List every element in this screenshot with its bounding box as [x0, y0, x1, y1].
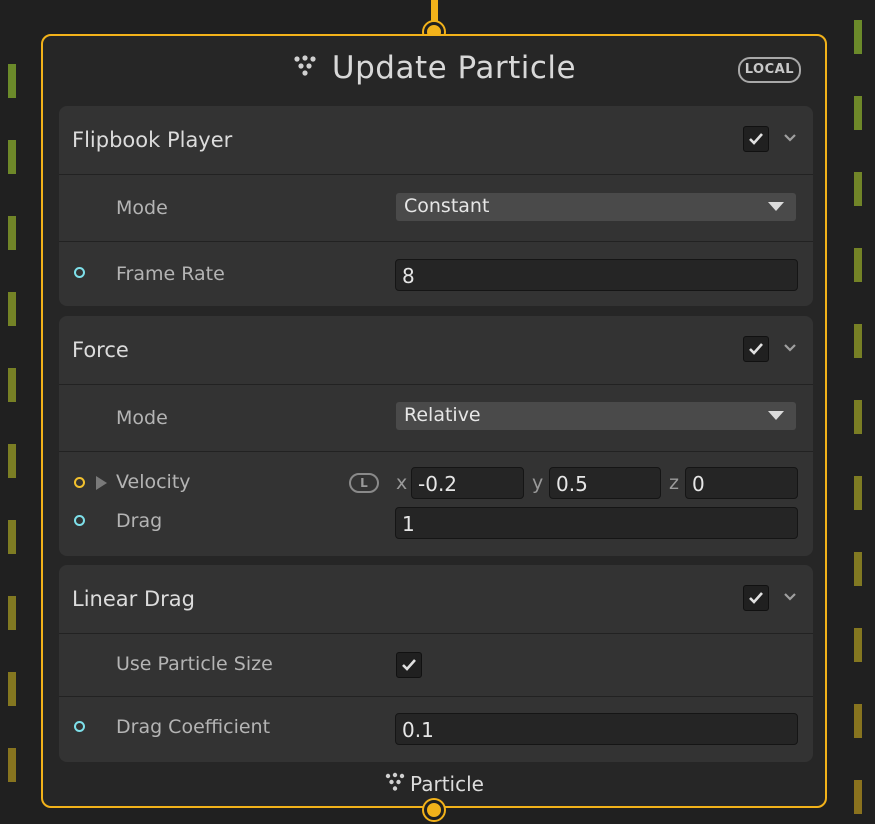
- velocity-x-field[interactable]: -0.2: [411, 467, 524, 499]
- frame-rate-row: Frame Rate 8: [59, 242, 813, 306]
- frame-rate-label: Frame Rate: [116, 263, 225, 285]
- chevron-down-icon[interactable]: [783, 343, 797, 353]
- flipbook-player-block[interactable]: Flipbook Player Mode Constant Frame Rate…: [59, 106, 813, 306]
- wire-dash: [8, 64, 16, 98]
- use-particle-size-label: Use Particle Size: [116, 653, 273, 675]
- block-title: Linear Drag: [72, 587, 195, 611]
- wire-dash: [854, 780, 862, 814]
- mode-value: Constant: [404, 195, 490, 217]
- force-block[interactable]: Force Mode Relative Velocity L x -0.2 y …: [59, 316, 813, 556]
- drag-coefficient-label: Drag Coefficient: [116, 716, 271, 738]
- checkmark-icon: [749, 343, 763, 355]
- drag-coefficient-row: Drag Coefficient 0.1: [59, 697, 813, 761]
- wire-dash: [854, 628, 862, 662]
- block-header[interactable]: Flipbook Player: [59, 106, 813, 175]
- drag-input-slot[interactable]: [74, 515, 85, 526]
- linear-drag-block[interactable]: Linear Drag Use Particle Size Drag Coeff…: [59, 565, 813, 762]
- block-title: Force: [72, 338, 129, 362]
- block-header[interactable]: Linear Drag: [59, 565, 813, 634]
- particle-icon: [384, 771, 406, 798]
- frame-rate-field[interactable]: 8: [395, 259, 798, 291]
- wire-dash: [8, 216, 16, 250]
- block-title: Flipbook Player: [72, 128, 233, 152]
- mode-row: Mode Constant: [59, 175, 813, 242]
- dropdown-arrow-icon: [768, 411, 784, 420]
- output-flow-port[interactable]: [424, 800, 444, 820]
- block-enabled-checkbox[interactable]: [743, 126, 769, 152]
- z-axis-label: z: [669, 472, 679, 494]
- wire-dash: [854, 96, 862, 130]
- wire-dash: [8, 444, 16, 478]
- block-enabled-checkbox[interactable]: [743, 336, 769, 362]
- context-title-text: Update Particle: [331, 50, 577, 86]
- wire-dash: [8, 520, 16, 554]
- use-particle-size-checkbox[interactable]: [396, 652, 422, 678]
- drag-coefficient-field[interactable]: 0.1: [395, 713, 798, 745]
- checkmark-icon: [749, 133, 763, 145]
- wire-dash: [854, 400, 862, 434]
- use-particle-size-row: Use Particle Size: [59, 634, 813, 697]
- drag-label: Drag: [116, 510, 163, 532]
- mode-label: Mode: [116, 407, 168, 429]
- checkmark-icon: [749, 592, 763, 604]
- wire-dash: [8, 672, 16, 706]
- wire-dash: [854, 324, 862, 358]
- space-local-badge[interactable]: LOCAL: [737, 57, 801, 83]
- drag-coefficient-input-slot[interactable]: [74, 721, 85, 732]
- particle-system-icon: [292, 50, 318, 86]
- block-enabled-checkbox[interactable]: [743, 585, 769, 611]
- mode-row: Mode Relative: [59, 385, 813, 452]
- frame-rate-input-slot[interactable]: [74, 267, 85, 278]
- wire-dash: [8, 292, 16, 326]
- wire-dash: [854, 552, 862, 586]
- mode-dropdown[interactable]: Relative: [396, 402, 796, 430]
- chevron-down-icon[interactable]: [783, 592, 797, 602]
- context-title: Update Particle: [43, 46, 825, 90]
- wire-dash: [8, 596, 16, 630]
- mode-value: Relative: [404, 404, 481, 426]
- velocity-input-slot[interactable]: [74, 477, 85, 488]
- update-particle-context[interactable]: Update Particle LOCAL Flipbook Player Mo…: [41, 34, 827, 808]
- wire-dash: [8, 140, 16, 174]
- footer-label: Particle: [410, 772, 484, 796]
- x-axis-label: x: [396, 472, 408, 494]
- wire-dash: [854, 704, 862, 738]
- wire-dash: [854, 172, 862, 206]
- chevron-down-icon[interactable]: [783, 133, 797, 143]
- wire-dash: [8, 368, 16, 402]
- context-footer: Particle: [43, 770, 825, 798]
- checkmark-icon: [402, 659, 416, 671]
- wire-dash: [854, 20, 862, 54]
- expand-arrow-icon[interactable]: [94, 475, 108, 491]
- wire-dash: [854, 476, 862, 510]
- mode-dropdown[interactable]: Constant: [396, 193, 796, 221]
- velocity-y-field[interactable]: 0.5: [549, 467, 661, 499]
- block-header[interactable]: Force: [59, 316, 813, 385]
- wire-dash: [8, 748, 16, 782]
- drag-field[interactable]: 1: [395, 507, 798, 539]
- y-axis-label: y: [532, 472, 544, 494]
- velocity-drag-row: Velocity L x -0.2 y 0.5 z 0 Drag 1: [59, 452, 813, 556]
- velocity-space-badge[interactable]: L: [349, 473, 379, 493]
- velocity-label: Velocity: [116, 471, 191, 493]
- dropdown-arrow-icon: [768, 202, 784, 211]
- wire-dash: [854, 248, 862, 282]
- mode-label: Mode: [116, 197, 168, 219]
- velocity-z-field[interactable]: 0: [685, 467, 798, 499]
